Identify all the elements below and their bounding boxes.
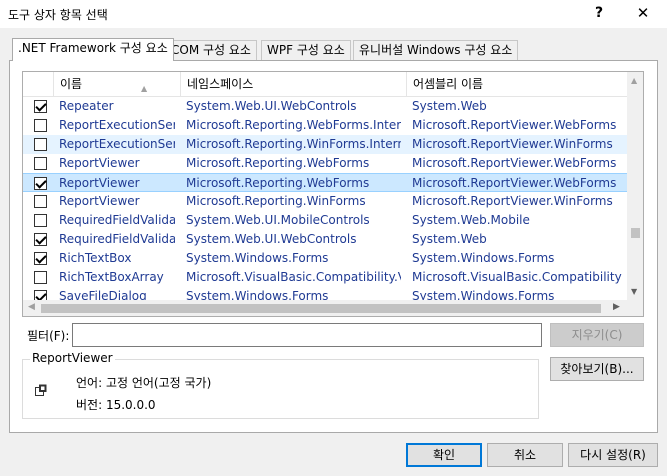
row-assembly: Microsoft.ReportViewer.WebForms [412, 176, 617, 190]
row-namespace: Microsoft.VisualBasic.Compatibility.VB6 [186, 270, 401, 284]
row-checkbox[interactable] [34, 119, 47, 132]
table-row[interactable]: RichTextBox System.Windows.Forms System.Wi… [23, 249, 627, 268]
row-name: ReportViewer [59, 176, 140, 190]
row-assembly: Microsoft.ReportViewer.WinForms [412, 194, 613, 208]
row-namespace: Microsoft.Reporting.WinForms [186, 194, 366, 208]
language-info: 언어: 고정 언어(고정 국가) [76, 376, 212, 390]
list-header: 이름 ▲ 네임스페이스 어셈블리 이름 [23, 72, 627, 97]
row-namespace: Microsoft.Reporting.WebForms [186, 156, 370, 170]
row-namespace: System.Windows.Forms [186, 251, 329, 265]
cancel-button[interactable]: 취소 [487, 443, 563, 467]
row-namespace: Microsoft.Reporting.WebForms [186, 176, 370, 190]
title-bar: 도구 상자 항목 선택 ? ✕ [0, 0, 667, 28]
table-row[interactable]: ReportExecutionService Microsoft.Reportin… [23, 116, 627, 135]
table-row[interactable]: RequiredFieldValidator System.Web.UI.Mobi… [23, 211, 627, 230]
row-assembly: Microsoft.ReportViewer.WebForms [412, 156, 617, 170]
row-namespace: Microsoft.Reporting.WebForms.Internal.So… [186, 118, 401, 132]
dialog-title: 도구 상자 항목 선택 [8, 8, 108, 22]
row-name: RichTextBoxArray [59, 270, 164, 284]
row-checkbox[interactable] [34, 195, 47, 208]
table-row[interactable]: RequiredFieldValidator System.Web.UI.WebC… [23, 230, 627, 249]
row-assembly: System.Web [412, 232, 487, 246]
row-name: ReportExecutionService [59, 118, 175, 132]
row-namespace: Microsoft.Reporting.WinForms.Internal.So… [186, 137, 401, 151]
row-checkbox[interactable] [34, 252, 47, 265]
scroll-right-icon[interactable]: ▶ [613, 302, 620, 312]
component-icon [35, 384, 47, 396]
row-namespace: System.Web.UI.WebControls [186, 232, 357, 246]
row-namespace: System.Web.UI.MobileControls [186, 213, 370, 227]
row-name: Repeater [59, 99, 114, 113]
filter-input[interactable] [72, 323, 542, 347]
table-row[interactable]: ReportExecutionService Microsoft.Reportin… [23, 135, 627, 154]
scrollbar-corner [627, 300, 643, 316]
horizontal-scrollbar[interactable]: ◀ ▶ [23, 300, 627, 316]
vertical-scroll-thumb[interactable] [631, 228, 640, 238]
row-checkbox[interactable] [34, 214, 47, 227]
table-row[interactable]: ReportViewer Microsoft.Reporting.WebForms… [23, 173, 627, 192]
row-assembly: Microsoft.ReportViewer.WinForms [412, 137, 613, 151]
row-checkbox[interactable] [34, 177, 47, 190]
table-row[interactable]: RichTextBoxArray Microsoft.VisualBasic.Co… [23, 268, 627, 287]
row-assembly: System.Web [412, 99, 487, 113]
help-button[interactable]: ? [588, 3, 610, 23]
tab-wpf[interactable]: WPF 구성 요소 [261, 40, 351, 60]
scroll-up-icon[interactable]: ▲ [631, 76, 637, 85]
details-title: ReportViewer [30, 351, 115, 365]
row-name: ReportExecutionService [59, 137, 175, 151]
vertical-scrollbar[interactable]: ▲ ▼ [627, 72, 643, 300]
table-row[interactable]: ReportViewer Microsoft.Reporting.WebForms… [23, 154, 627, 173]
ok-button[interactable]: 확인 [406, 443, 482, 467]
clear-button[interactable]: 지우기(C) [550, 323, 644, 347]
reset-button[interactable]: 다시 설정(R) [568, 443, 658, 467]
components-list[interactable]: 이름 ▲ 네임스페이스 어셈블리 이름 Repeater System.Web.U… [22, 71, 644, 317]
filter-label: 필터(F): [27, 329, 70, 343]
table-row[interactable]: ReportViewer Microsoft.Reporting.WinForms… [23, 192, 627, 211]
horizontal-scroll-thumb[interactable] [41, 304, 601, 313]
row-name: RequiredFieldValidator [59, 232, 175, 246]
column-header-namespace[interactable]: 네임스페이스 [180, 72, 406, 96]
tab-net-framework[interactable]: .NET Framework 구성 요소 [12, 38, 174, 61]
row-checkbox[interactable] [34, 100, 47, 113]
row-name: RequiredFieldValidator [59, 213, 175, 227]
table-row[interactable]: Repeater System.Web.UI.WebControls System.… [23, 97, 627, 116]
browse-button[interactable]: 찾아보기(B)... [550, 357, 644, 381]
column-header-name-label: 이름 [60, 77, 83, 91]
row-checkbox[interactable] [34, 271, 47, 284]
column-header-assembly[interactable]: 어셈블리 이름 [406, 72, 627, 96]
row-namespace: System.Web.UI.WebControls [186, 99, 357, 113]
tab-com[interactable]: COM 구성 요소 [165, 40, 257, 60]
row-name: RichTextBox [59, 251, 132, 265]
row-name: ReportViewer [59, 194, 140, 208]
scroll-left-icon[interactable]: ◀ [28, 302, 35, 312]
tab-uwp[interactable]: 유니버설 Windows 구성 요소 [353, 40, 519, 60]
row-checkbox[interactable] [34, 138, 47, 151]
close-button[interactable]: ✕ [628, 3, 658, 23]
checkbox-column-header[interactable] [23, 72, 53, 96]
row-assembly: Microsoft.VisualBasic.Compatibility [412, 270, 622, 284]
row-assembly: Microsoft.ReportViewer.WebForms [412, 118, 617, 132]
row-checkbox[interactable] [34, 157, 47, 170]
row-name: ReportViewer [59, 156, 140, 170]
version-info: 버전: 15.0.0.0 [76, 398, 156, 412]
row-assembly: System.Web.Mobile [412, 213, 530, 227]
row-assembly: System.Windows.Forms [412, 251, 555, 265]
scroll-down-icon[interactable]: ▼ [631, 287, 637, 296]
column-header-name[interactable]: 이름 ▲ [53, 72, 180, 96]
row-checkbox[interactable] [34, 233, 47, 246]
